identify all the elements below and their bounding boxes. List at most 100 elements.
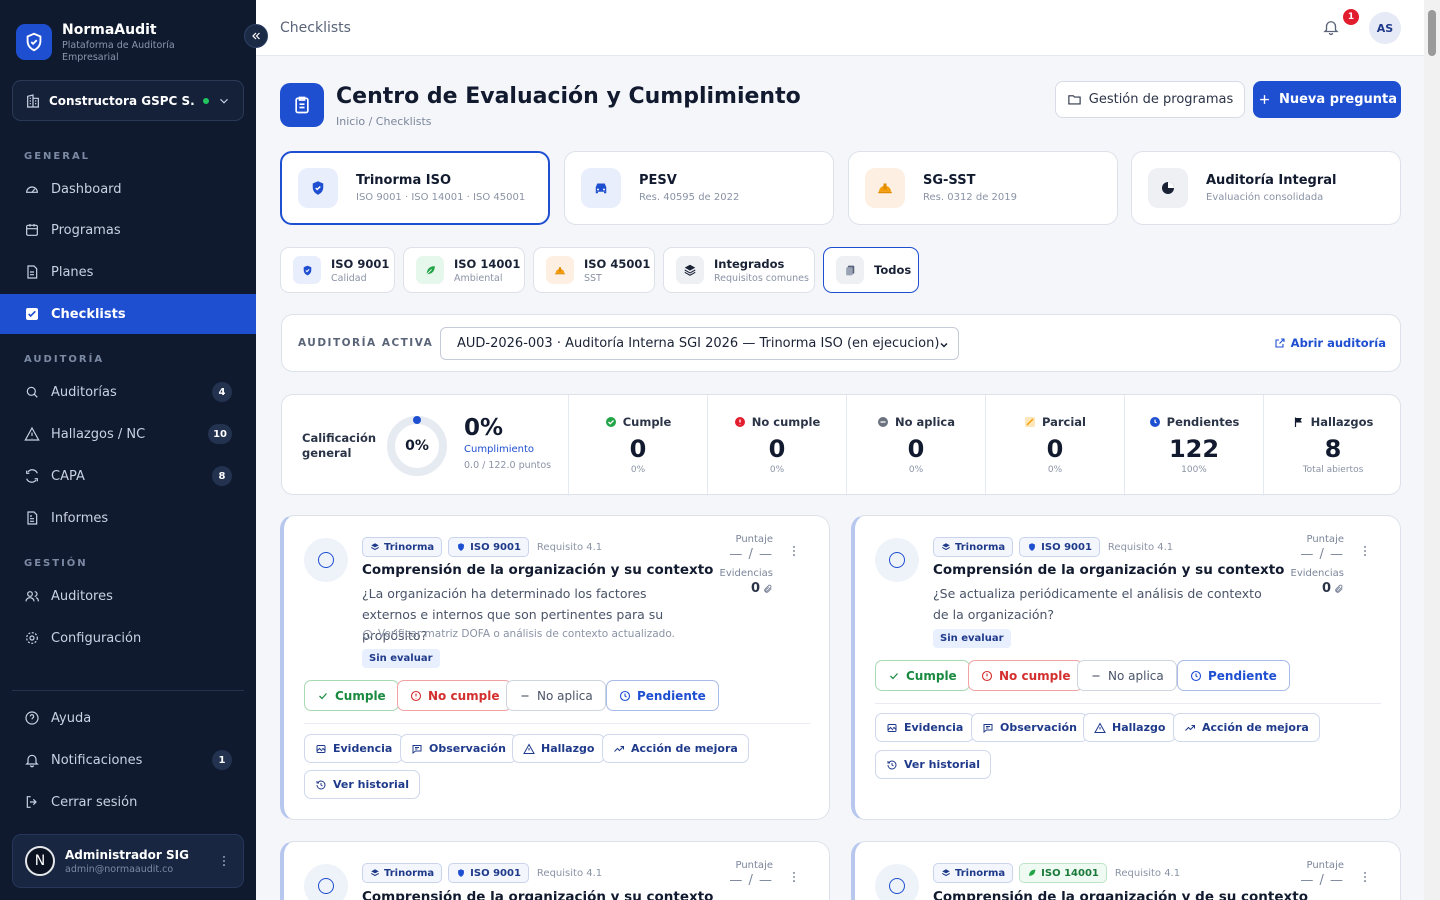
sidebar-item-checklists[interactable]: Checklists xyxy=(0,294,256,334)
active-audit-bar: AUDITORÍA ACTIVA AUD-2026-003 · Auditorí… xyxy=(281,314,1401,372)
program-card-auditoria-integral[interactable]: Auditoría Integral Evaluación consolidad… xyxy=(1131,151,1401,225)
button-label: Pendiente xyxy=(1208,668,1277,683)
sidebar-item-configuracion[interactable]: Configuración xyxy=(0,618,256,658)
evidence-count: 0 xyxy=(720,581,773,596)
norm-tag: ISO 14001 xyxy=(1019,863,1107,883)
new-question-button[interactable]: Nueva pregunta xyxy=(1253,81,1401,118)
no-cumple-button[interactable]: No cumple xyxy=(397,680,513,711)
paperclip-icon xyxy=(764,584,772,593)
button-label: No cumple xyxy=(428,688,500,703)
button-label: Cumple xyxy=(906,668,957,683)
finding-button[interactable]: Hallazgo xyxy=(1083,713,1177,742)
cumple-button[interactable]: Cumple xyxy=(875,660,970,691)
bell-icon xyxy=(25,754,39,768)
score-label: Puntaje xyxy=(735,534,773,545)
user-card[interactable]: N Administrador SIG admin@normaaudit.co xyxy=(12,834,244,888)
question-text: ¿Se actualiza periódicamente el análisis… xyxy=(933,586,1262,622)
evidence-button[interactable]: Evidencia xyxy=(875,713,975,742)
sidebar-item-hallazgos[interactable]: Hallazgos / NC 10 xyxy=(0,414,256,454)
open-audit-link[interactable]: Abrir auditoría xyxy=(1274,336,1386,350)
observation-button[interactable]: Observación xyxy=(400,734,517,763)
observation-button[interactable]: Observación xyxy=(971,713,1088,742)
kebab-menu-icon[interactable] xyxy=(1358,544,1372,558)
audit-select[interactable]: AUD-2026-003 · Auditoría Interna SGI 202… xyxy=(440,327,959,360)
grade-label: Calificación general xyxy=(302,431,377,460)
count-badge: 1 xyxy=(212,750,232,770)
norm-filter-iso45001[interactable]: ISO 45001 SST xyxy=(533,247,655,293)
sidebar-item-label: Auditorías xyxy=(51,384,117,400)
program-card-pesv[interactable]: PESV Res. 40595 de 2022 xyxy=(564,151,834,225)
pendiente-button[interactable]: Pendiente xyxy=(1177,660,1290,691)
sidebar-item-planes[interactable]: Planes xyxy=(0,252,256,292)
help-icon xyxy=(25,711,39,725)
program-card-sg-sst[interactable]: SG-SST Res. 0312 de 2019 xyxy=(848,151,1118,225)
program-card-trinorma[interactable]: Trinorma ISO ISO 9001 · ISO 14001 · ISO … xyxy=(280,151,550,225)
tag-label: ISO 9001 xyxy=(470,541,521,553)
no-cumple-button[interactable]: No cumple xyxy=(968,660,1084,691)
scrollbar[interactable] xyxy=(1424,0,1440,900)
button-label: Observación xyxy=(429,742,506,755)
collapse-sidebar-button[interactable] xyxy=(244,24,268,48)
evidence-button[interactable]: Evidencia xyxy=(304,734,404,763)
cumple-button[interactable]: Cumple xyxy=(304,680,399,711)
norm-filter-iso14001[interactable]: ISO 14001 Ambiental xyxy=(403,247,525,293)
hard-hat-icon xyxy=(865,168,905,208)
status-radio[interactable] xyxy=(304,864,348,900)
status-radio[interactable] xyxy=(875,538,919,582)
avatar[interactable]: AS xyxy=(1369,12,1401,44)
shield-icon xyxy=(293,256,321,284)
notifications-button[interactable] xyxy=(1322,18,1340,36)
sidebar-item-informes[interactable]: Informes xyxy=(0,498,256,538)
manage-programs-button[interactable]: Gestión de programas xyxy=(1055,81,1245,118)
kebab-menu-icon[interactable] xyxy=(787,870,801,884)
sidebar-item-label: Ayuda xyxy=(51,710,92,726)
norm-title: ISO 45001 xyxy=(584,256,651,271)
status-radio[interactable] xyxy=(875,864,919,900)
improvement-action-button[interactable]: Acción de mejora xyxy=(602,734,749,763)
program-title: Auditoría Integral xyxy=(1206,173,1337,188)
history-button[interactable]: Ver historial xyxy=(304,770,420,799)
building-icon xyxy=(27,93,39,108)
score-label: Puntaje xyxy=(1306,860,1344,871)
requirement-label: Requisito 4.1 xyxy=(536,541,603,553)
sidebar-item-logout[interactable]: Cerrar sesión xyxy=(0,782,256,822)
norm-filter-iso9001[interactable]: ISO 9001 Calidad xyxy=(280,247,395,293)
kebab-menu-icon[interactable] xyxy=(1358,870,1372,884)
no-aplica-button[interactable]: No aplica xyxy=(506,680,606,711)
bell-icon xyxy=(1323,21,1339,36)
stat-label: Hallazgos xyxy=(1310,415,1374,429)
kebab-menu-icon[interactable] xyxy=(787,544,801,558)
sidebar-item-dashboard[interactable]: Dashboard xyxy=(0,169,256,209)
sidebar-item-ayuda[interactable]: Ayuda xyxy=(0,698,256,738)
sidebar-item-capa[interactable]: CAPA 8 xyxy=(0,456,256,496)
norm-filter-todos[interactable]: Todos xyxy=(823,247,919,293)
circle-icon xyxy=(889,552,905,568)
stat-no-cumple: No cumple 0 0% xyxy=(707,395,846,496)
improvement-action-button[interactable]: Acción de mejora xyxy=(1173,713,1320,742)
question-card: Trinorma ISO 9001 Requisito 4.1 Comprens… xyxy=(280,515,830,820)
pendiente-button[interactable]: Pendiente xyxy=(606,680,719,711)
evidence-label: Evidencias xyxy=(719,568,773,579)
half-square-icon xyxy=(1024,417,1035,427)
stat-cumple: Cumple 0 0% xyxy=(568,395,707,496)
shield-icon xyxy=(1029,543,1036,551)
history-button[interactable]: Ver historial xyxy=(875,750,991,779)
sidebar-item-notificaciones[interactable]: Notificaciones 1 xyxy=(0,740,256,780)
status-radio[interactable] xyxy=(304,538,348,582)
section-auditoria: AUDITORÍA xyxy=(24,354,105,365)
sidebar-item-auditorias[interactable]: Auditorías 4 xyxy=(0,372,256,412)
leaf-icon xyxy=(1029,869,1036,876)
stat-value: 0 xyxy=(907,435,925,463)
sidebar-item-programas[interactable]: Programas xyxy=(0,210,256,250)
no-aplica-button[interactable]: No aplica xyxy=(1077,660,1177,691)
finding-button[interactable]: Hallazgo xyxy=(512,734,606,763)
divider xyxy=(12,690,244,691)
sidebar-item-auditores[interactable]: Auditores xyxy=(0,576,256,616)
norm-filter-integrados[interactable]: Integrados Requisitos comunes xyxy=(663,247,815,293)
evidence-label: Evidencias xyxy=(1290,568,1344,579)
notification-badge: 1 xyxy=(1343,9,1359,25)
kebab-menu-icon[interactable] xyxy=(217,854,231,868)
organization-selector[interactable]: Constructora GSPC S.A... xyxy=(12,80,244,121)
stat-label: Pendientes xyxy=(1166,415,1240,429)
scrollbar-thumb[interactable] xyxy=(1428,10,1436,56)
